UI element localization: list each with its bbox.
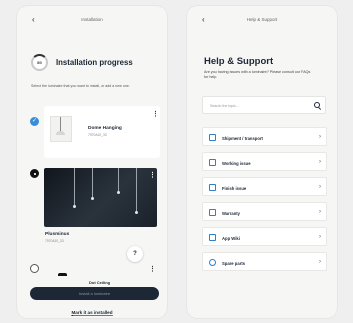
- luminaire-thumbnail: [50, 116, 72, 142]
- page-title: Help & Support: [204, 56, 274, 67]
- top-bar: ‹ Installation: [17, 6, 167, 34]
- luminaire-name: Dot Ceiling: [89, 280, 111, 285]
- topic-label: App Wiki: [222, 235, 240, 241]
- luminaire-name: Plusminus: [45, 232, 70, 237]
- wire: [136, 168, 137, 212]
- brush-icon: [209, 184, 216, 191]
- installation-screen: ‹ Installation 8/0 Installation progress…: [17, 6, 167, 318]
- screen-title: Installation: [81, 17, 103, 22]
- luminaire-name: Dome Hanging: [88, 126, 122, 131]
- topic-row-spare-parts[interactable]: Spare parts ›: [202, 252, 327, 271]
- help-button[interactable]: ?: [127, 246, 143, 262]
- help-support-screen: ‹ Help & Support Help & Support Are you …: [187, 6, 337, 318]
- topic-label: Warranty: [222, 210, 240, 216]
- pendant-shade: [56, 131, 65, 135]
- bulb: [91, 197, 94, 200]
- page-subtitle: Are you having issues with a luminaire? …: [204, 70, 311, 79]
- item-checkbox-checked[interactable]: ✓: [30, 117, 39, 126]
- luminaire-code: 7970A10_33: [88, 133, 107, 137]
- home-indicator: [73, 315, 113, 317]
- bulb: [135, 211, 138, 214]
- chevron-right-icon: ›: [319, 259, 321, 265]
- chevron-right-icon: ›: [319, 234, 321, 240]
- more-options-icon[interactable]: ⋮: [152, 110, 159, 118]
- search-input[interactable]: Search the topic...: [202, 96, 326, 114]
- luminaire-card[interactable]: Dome Hanging 7970A10_33 ⋮: [44, 106, 160, 158]
- topic-row-working[interactable]: Working issue ›: [202, 152, 327, 171]
- chevron-right-icon: ›: [319, 159, 321, 165]
- search-placeholder: Search the topic...: [210, 104, 239, 108]
- top-bar: ‹ Help & Support: [187, 6, 337, 34]
- more-options-icon[interactable]: ⋮: [149, 265, 156, 273]
- item-checkbox-empty[interactable]: [30, 264, 39, 273]
- wire: [74, 168, 75, 206]
- chevron-right-icon: ›: [319, 209, 321, 215]
- luminaire-code: 7970A10_33: [45, 239, 64, 243]
- book-icon: [209, 234, 216, 241]
- progress-title: Installation progress: [56, 58, 133, 67]
- topic-row-finish[interactable]: Finish issue ›: [202, 177, 327, 196]
- topic-label: Spare parts: [222, 260, 246, 266]
- luminaire-thumbnail: [58, 273, 67, 276]
- gear-icon: [209, 259, 216, 266]
- wire: [92, 168, 93, 198]
- item-checkbox-selected[interactable]: [30, 169, 39, 178]
- topic-label: Finish issue: [222, 185, 247, 191]
- chevron-right-icon: ›: [319, 134, 321, 140]
- install-button[interactable]: Install a luminaire: [30, 287, 159, 300]
- progress-header: 8/0 Installation progress: [31, 54, 133, 71]
- chevron-right-icon: ›: [319, 184, 321, 190]
- progress-description: Select the luminaire that you want to in…: [31, 84, 130, 88]
- topic-label: Shipment / transport: [222, 135, 263, 141]
- bulb: [73, 205, 76, 208]
- topic-row-warranty[interactable]: Warranty ›: [202, 202, 327, 221]
- bulb: [117, 191, 120, 194]
- screen-title: Help & Support: [246, 17, 278, 22]
- wrench-icon: [209, 159, 216, 166]
- shield-icon: [209, 209, 216, 216]
- topic-row-app-wiki[interactable]: App Wiki ›: [202, 227, 327, 246]
- wire: [118, 168, 119, 192]
- pendant-cord: [60, 117, 61, 131]
- topic-row-shipment[interactable]: Shipment / transport ›: [202, 127, 327, 146]
- luminaire-photo: [44, 168, 157, 227]
- search-icon[interactable]: [314, 102, 320, 108]
- box-icon: [209, 134, 216, 141]
- progress-ring: 8/0: [31, 54, 48, 71]
- topic-label: Working issue: [222, 160, 251, 166]
- more-options-icon[interactable]: ⋮: [149, 171, 156, 179]
